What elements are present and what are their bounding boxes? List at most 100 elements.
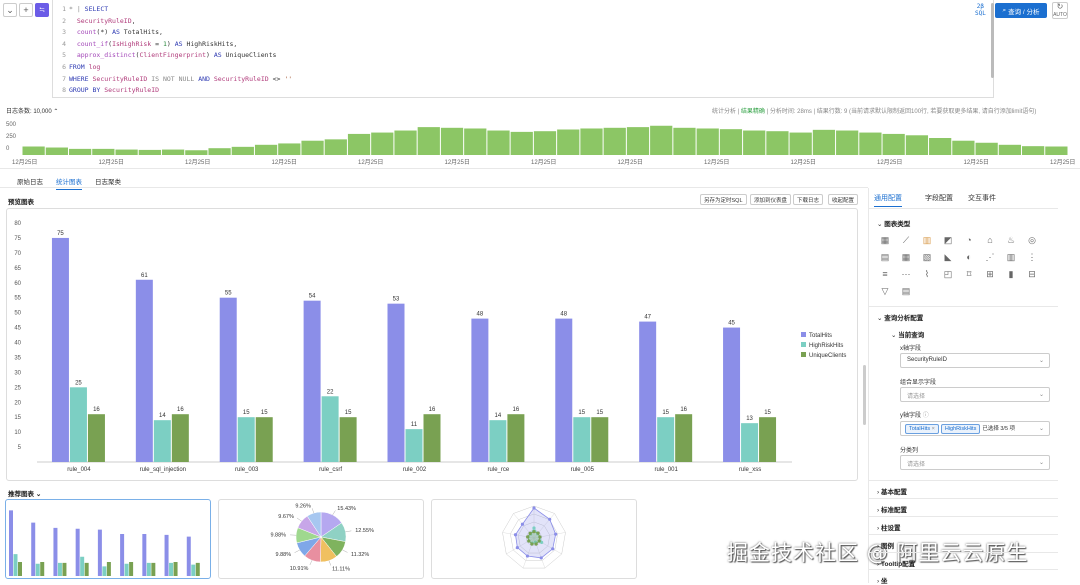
- tab-raw-logs[interactable]: 原始日志: [17, 176, 43, 186]
- histogram-bar[interactable]: [650, 126, 672, 155]
- histogram-bar[interactable]: [952, 141, 974, 155]
- histogram-bar[interactable]: [836, 131, 858, 155]
- histogram-bar[interactable]: [394, 131, 416, 155]
- current-query-section[interactable]: ⌄ 当前查询: [891, 329, 924, 339]
- code-line[interactable]: GROUP BY SecurityRuleID: [69, 86, 159, 94]
- series-field-select[interactable]: 请选择⌄: [900, 455, 1050, 470]
- bar-HighRiskHits[interactable]: [573, 417, 590, 462]
- chart-type-icon[interactable]: ♨: [1006, 235, 1016, 245]
- histogram-bar[interactable]: [859, 133, 881, 155]
- download-logs-button[interactable]: 下载日志: [793, 194, 823, 205]
- legend-label[interactable]: TotalHits: [809, 333, 832, 339]
- histogram-bar[interactable]: [115, 150, 137, 155]
- histogram-bar[interactable]: [278, 143, 300, 155]
- chart-type-section[interactable]: ⌄ 图表类型: [877, 218, 910, 228]
- editor-scrollbar[interactable]: [991, 3, 994, 78]
- query-analyze-button[interactable]: ⌕查询 / 分析: [995, 3, 1047, 18]
- histogram-bar[interactable]: [813, 130, 835, 155]
- histogram-bar[interactable]: [1045, 147, 1067, 156]
- chart-type-icon[interactable]: ⌂: [985, 235, 995, 245]
- y-field-select[interactable]: TotalHits ×HighRiskHits已选择 3/5 项⌄: [900, 421, 1050, 436]
- bar-TotalHits[interactable]: [388, 304, 405, 462]
- bar-chart[interactable]: 5101520253035404550556065707580752516rul…: [7, 209, 857, 480]
- chart-type-icon[interactable]: ▥: [922, 235, 932, 245]
- config-section[interactable]: › 图例: [877, 540, 894, 550]
- bar-HighRiskHits[interactable]: [657, 417, 674, 462]
- x-field-select[interactable]: SecurityRuleID⌄: [900, 353, 1050, 368]
- chart-type-icon[interactable]: ▧: [922, 252, 932, 262]
- chart-type-icon[interactable]: ◎: [1027, 235, 1037, 245]
- legend-label[interactable]: HighRiskHits: [809, 343, 843, 349]
- chart-type-icon[interactable]: ⊞: [985, 269, 995, 279]
- code-line[interactable]: count(*) AS TotalHits,: [69, 28, 163, 36]
- collapse-config-button[interactable]: 收起配置: [828, 194, 858, 205]
- chart-type-icon[interactable]: ◔: [964, 235, 974, 245]
- histogram-bar[interactable]: [743, 131, 765, 155]
- config-section[interactable]: › 标准配置: [877, 504, 907, 514]
- bar-HighRiskHits[interactable]: [70, 387, 87, 462]
- bar-TotalHits[interactable]: [723, 328, 740, 462]
- legend-label[interactable]: UniqueClients: [809, 353, 846, 359]
- code-line[interactable]: SecurityRuleID,: [69, 17, 136, 25]
- chart-type-icon[interactable]: ⋯: [901, 269, 911, 279]
- histogram-bar[interactable]: [69, 149, 91, 155]
- histogram-bar[interactable]: [464, 128, 486, 155]
- chart-type-icon[interactable]: ⋰: [985, 252, 995, 262]
- bar-UniqueClients[interactable]: [507, 414, 524, 462]
- histogram-bar[interactable]: [139, 150, 161, 155]
- recommend-card-bar[interactable]: [5, 499, 211, 579]
- histogram-bar[interactable]: [883, 134, 905, 155]
- chart-type-icon[interactable]: ▤: [901, 286, 911, 296]
- recommend-card-pie[interactable]: 15.43%12.55%11.32%11.11%10.91%9.88%9.88%…: [218, 499, 424, 579]
- histogram-bar[interactable]: [441, 128, 463, 155]
- config-section[interactable]: › Tooltip配置: [877, 558, 915, 568]
- chart-type-icon[interactable]: ▮: [1006, 269, 1016, 279]
- histogram-bar[interactable]: [906, 135, 928, 155]
- histogram-bar[interactable]: [534, 131, 556, 155]
- histogram-bar[interactable]: [790, 133, 812, 155]
- y-tag[interactable]: TotalHits ×: [905, 424, 939, 434]
- bar-TotalHits[interactable]: [471, 319, 488, 462]
- bar-TotalHits[interactable]: [555, 319, 572, 462]
- histogram-bar[interactable]: [232, 147, 254, 155]
- histogram-bar[interactable]: [697, 128, 719, 155]
- tab-interaction-events[interactable]: 交互事件: [968, 193, 996, 203]
- chart-type-icon[interactable]: ⌇: [922, 269, 932, 279]
- log-count[interactable]: 日志条数: 10,000 ⌃: [6, 106, 58, 115]
- tab-general-config[interactable]: 通用配置: [874, 193, 902, 207]
- sql-badge[interactable]: 2β SQL: [975, 3, 986, 17]
- combo-field-select[interactable]: 请选择⌄: [900, 387, 1050, 402]
- histogram-bar[interactable]: [92, 149, 114, 155]
- bar-TotalHits[interactable]: [304, 301, 321, 462]
- chart-type-icon[interactable]: ⟋: [901, 235, 911, 245]
- bar-TotalHits[interactable]: [52, 238, 69, 462]
- histogram-bar[interactable]: [208, 148, 230, 155]
- query-config-section[interactable]: ⌄ 查询分析配置: [877, 312, 923, 322]
- bar-UniqueClients[interactable]: [591, 417, 608, 462]
- chart-type-icon[interactable]: ▦: [901, 252, 911, 262]
- chart-type-icon[interactable]: ◩: [943, 235, 953, 245]
- histogram-bar[interactable]: [557, 130, 579, 156]
- tab-field-config[interactable]: 字段配置: [925, 193, 953, 203]
- histogram-bar[interactable]: [929, 138, 951, 155]
- code-line[interactable]: FROM log: [69, 63, 100, 71]
- chart-type-icon[interactable]: ⌑: [964, 269, 974, 279]
- bar-HighRiskHits[interactable]: [406, 429, 423, 462]
- code-line[interactable]: * | SELECT: [69, 5, 108, 13]
- histogram-bar[interactable]: [185, 150, 207, 155]
- chart-area-scrollbar[interactable]: [863, 365, 866, 425]
- config-section[interactable]: › 基本配置: [877, 486, 907, 496]
- histogram-bar[interactable]: [580, 128, 602, 155]
- chart-type-icon[interactable]: ⊟: [1027, 269, 1037, 279]
- chart-type-icon[interactable]: ▽: [880, 286, 890, 296]
- histogram-bar[interactable]: [255, 145, 277, 155]
- histogram-bar[interactable]: [371, 133, 393, 155]
- sql-editor[interactable]: 1* | SELECT2 SecurityRuleID,3 count(*) A…: [52, 0, 994, 98]
- histogram-bar[interactable]: [999, 145, 1021, 155]
- chart-type-icon[interactable]: ▤: [880, 252, 890, 262]
- histogram-bar[interactable]: [348, 134, 370, 155]
- histogram-bar[interactable]: [673, 128, 695, 155]
- bar-HighRiskHits[interactable]: [154, 420, 171, 462]
- chart-type-icon[interactable]: ▦: [880, 235, 890, 245]
- tab-log-clustering[interactable]: 日志聚类: [95, 176, 121, 186]
